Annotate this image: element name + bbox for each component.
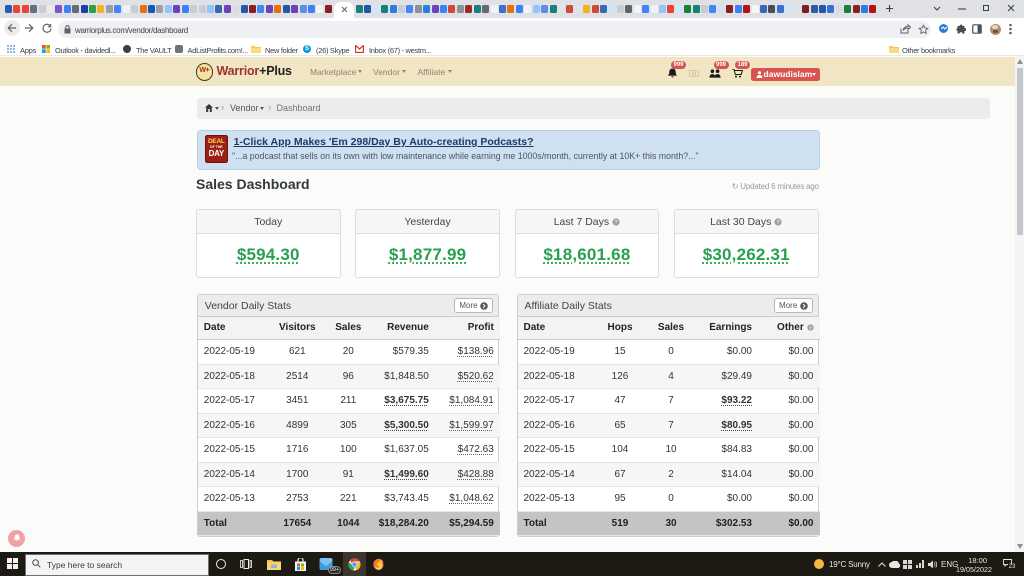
svg-text:?: ? (809, 326, 812, 332)
svg-text:?: ? (615, 220, 618, 226)
svg-text:?: ? (777, 220, 780, 226)
